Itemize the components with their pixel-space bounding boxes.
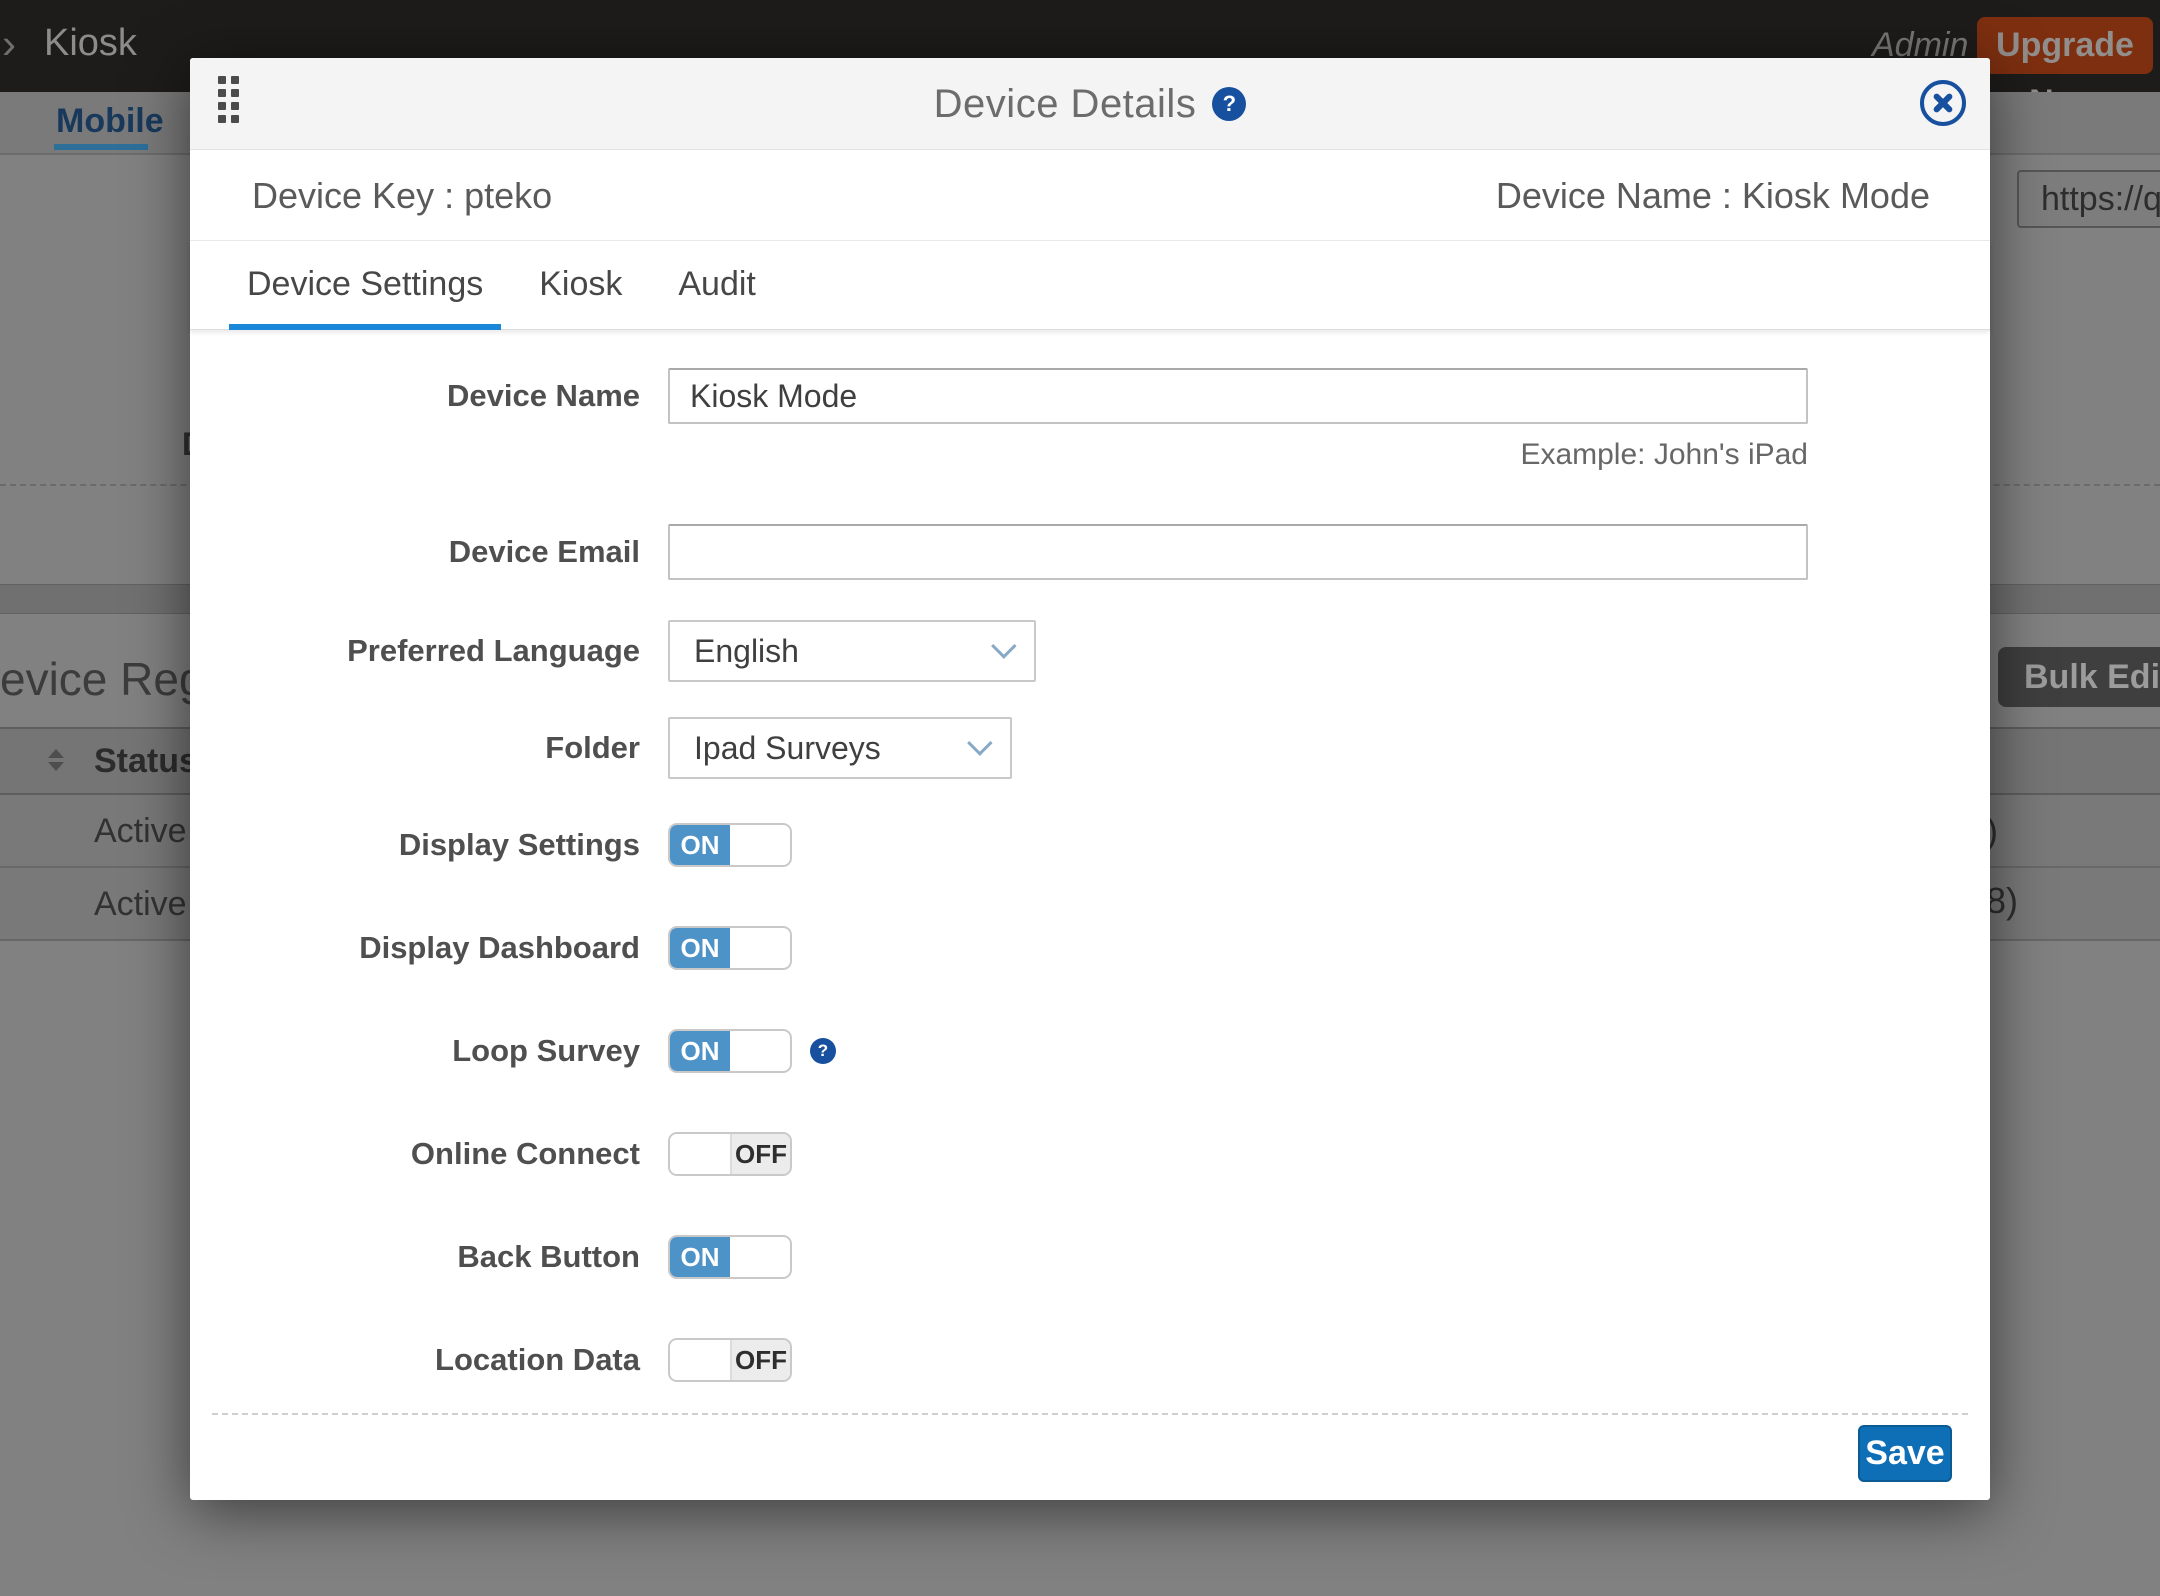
modal-subheader: Device Key : pteko Device Name : Kiosk M… (190, 150, 1990, 241)
device-email-input[interactable] (668, 524, 1808, 580)
kiosk-url-input[interactable]: https://qa.c (2017, 170, 2160, 228)
display-dashboard-label: Display Dashboard (330, 926, 640, 970)
display-settings-toggle[interactable]: ON (668, 823, 792, 867)
preferred-language-value: English (694, 622, 799, 680)
close-icon[interactable] (1920, 80, 1966, 126)
preferred-language-select[interactable]: English (668, 620, 1036, 682)
modal-title: Device Details (934, 82, 1197, 127)
tab-device-settings[interactable]: Device Settings (229, 241, 501, 329)
bulk-edit-devices-button[interactable]: Bulk Edit Dev (1998, 647, 2160, 707)
toggle-state: OFF (730, 1134, 790, 1174)
footer-divider (212, 1413, 1968, 1415)
tab-kiosk[interactable]: Kiosk (521, 241, 640, 329)
folder-select[interactable]: Ipad Surveys (668, 717, 1012, 779)
modal-tab-bar: Device Settings Kiosk Audit (190, 241, 1990, 330)
toggle-state: OFF (730, 1340, 790, 1380)
sort-icon[interactable] (48, 749, 64, 775)
display-dashboard-toggle[interactable]: ON (668, 926, 792, 970)
device-details-modal: Device Details ? Device Key : pteko Devi… (190, 58, 1990, 1500)
toggle-state: ON (670, 1237, 730, 1277)
status-cell: Active (94, 868, 187, 941)
tab-mobile-underline (54, 144, 148, 150)
location-data-label: Location Data (330, 1338, 640, 1382)
display-settings-label: Display Settings (330, 823, 640, 867)
tab-mobile[interactable]: Mobile (56, 102, 164, 141)
device-name-input[interactable] (668, 368, 1808, 424)
toggle-state: ON (670, 825, 730, 865)
occluded-cell-fragment: 8) (1986, 880, 2018, 922)
chevron-down-icon (991, 633, 1016, 658)
status-cell: Active (94, 795, 187, 868)
toggle-state: ON (670, 928, 730, 968)
device-email-label: Device Email (330, 524, 640, 580)
device-key-text: Device Key : pteko (252, 150, 552, 241)
loop-survey-toggle[interactable]: ON (668, 1029, 792, 1073)
device-name-label: Device Name (330, 368, 640, 424)
tab-audit[interactable]: Audit (660, 241, 774, 329)
online-connect-toggle[interactable]: OFF (668, 1132, 792, 1176)
status-column-header[interactable]: Status (94, 729, 198, 793)
toggle-state: ON (670, 1031, 730, 1071)
modal-header: Device Details ? (190, 58, 1990, 150)
chevron-down-icon (967, 730, 992, 755)
folder-label: Folder (330, 717, 640, 779)
preferred-language-label: Preferred Language (330, 620, 640, 682)
loop-survey-label: Loop Survey (330, 1029, 640, 1073)
location-data-toggle[interactable]: OFF (668, 1338, 792, 1382)
breadcrumb-chevron-icon: › (2, 20, 16, 68)
upgrade-now-button[interactable]: Upgrade Now (1977, 17, 2153, 74)
page-title: Kiosk (44, 22, 137, 65)
device-name-text: Device Name : Kiosk Mode (1496, 150, 1930, 241)
back-button-label: Back Button (330, 1235, 640, 1279)
save-button[interactable]: Save (1858, 1425, 1952, 1482)
online-connect-label: Online Connect (330, 1132, 640, 1176)
device-name-helper: Example: John's iPad (668, 438, 1808, 472)
loop-survey-help-icon[interactable]: ? (810, 1038, 836, 1064)
help-icon[interactable]: ? (1212, 87, 1246, 121)
back-button-toggle[interactable]: ON (668, 1235, 792, 1279)
folder-value: Ipad Surveys (694, 719, 881, 777)
